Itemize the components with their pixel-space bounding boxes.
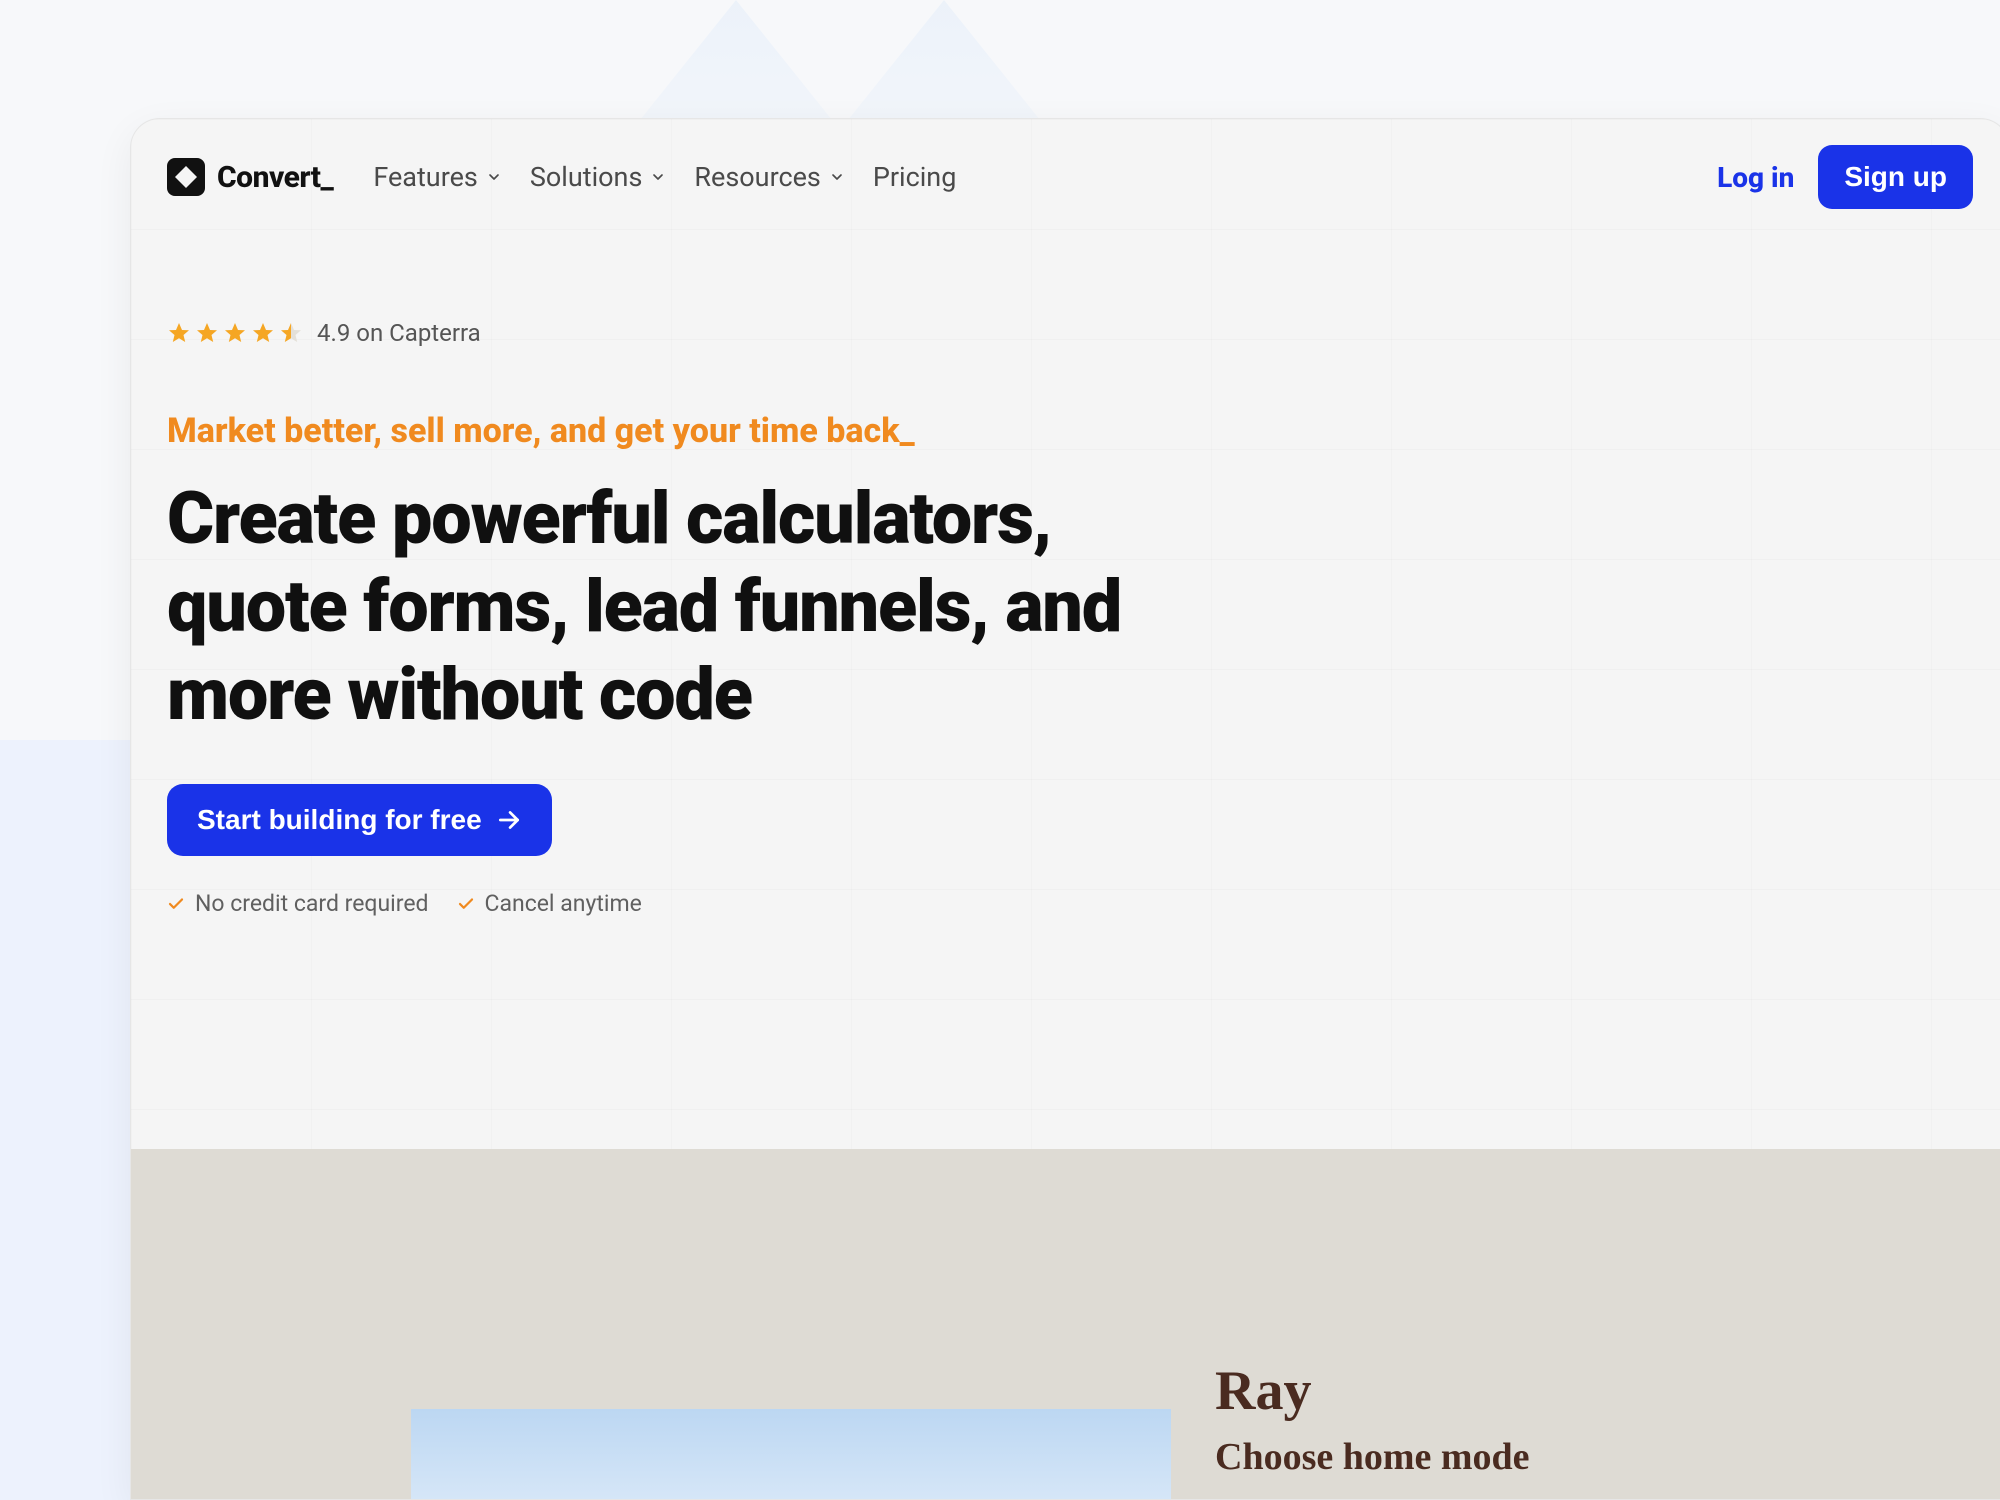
nav-item-label: Resources [694,161,820,193]
bullet-item: Cancel anytime [457,890,642,917]
top-nav: Convert_ Features Solutions Resources [131,119,2000,235]
hero-headline: Create powerful calculators, quote forms… [167,475,1227,738]
bullet-label: No credit card required [195,890,429,917]
check-icon [457,895,475,913]
lower-panel: Ray Choose home mode [131,1149,2000,1499]
cta-start-building-button[interactable]: Start building for free [167,784,552,856]
cta-bullets: No credit card required Cancel anytime [167,890,1973,917]
nav-item-resources[interactable]: Resources [694,161,844,193]
hero-section: 4.9 on Capterra Market better, sell more… [131,235,2000,917]
rating-text: 4.9 on Capterra [317,319,481,347]
nav-item-label: Pricing [873,161,957,193]
star-icon [251,321,275,345]
star-icon [223,321,247,345]
nav-item-pricing[interactable]: Pricing [873,161,957,193]
bullet-item: No credit card required [167,890,429,917]
nav-item-solutions[interactable]: Solutions [530,161,667,193]
lower-panel-content: Ray Choose home mode [1215,1359,1530,1479]
lower-subtitle: Choose home mode [1215,1435,1530,1479]
chevron-down-icon [650,169,666,185]
nav-item-label: Solutions [530,161,643,193]
logo-icon [167,158,205,196]
hero-tagline: Market better, sell more, and get your t… [167,411,1973,451]
star-icon [195,321,219,345]
nav-right: Log in Sign up [1717,145,1973,209]
nav-item-features[interactable]: Features [373,161,502,193]
app-window: Convert_ Features Solutions Resources [130,118,2000,1500]
login-link[interactable]: Log in [1717,161,1794,194]
arrow-right-icon [496,807,522,833]
lower-title: Ray [1215,1359,1530,1423]
star-rating [167,321,303,345]
nav-links: Features Solutions Resources Pricing [373,161,956,193]
signup-button[interactable]: Sign up [1818,145,1973,209]
brand-suffix: _ [321,160,334,195]
brand-logo[interactable]: Convert_ [167,158,333,196]
nav-item-label: Features [373,161,478,193]
cta-label: Start building for free [197,804,482,836]
chevron-down-icon [486,169,502,185]
star-icon [167,321,191,345]
bullet-label: Cancel anytime [485,890,642,917]
rating-row: 4.9 on Capterra [167,319,1973,347]
check-icon [167,895,185,913]
chevron-down-icon [829,169,845,185]
star-half-icon [279,321,303,345]
illustration-placeholder [411,1409,1171,1500]
brand-name: Convert [217,160,321,195]
